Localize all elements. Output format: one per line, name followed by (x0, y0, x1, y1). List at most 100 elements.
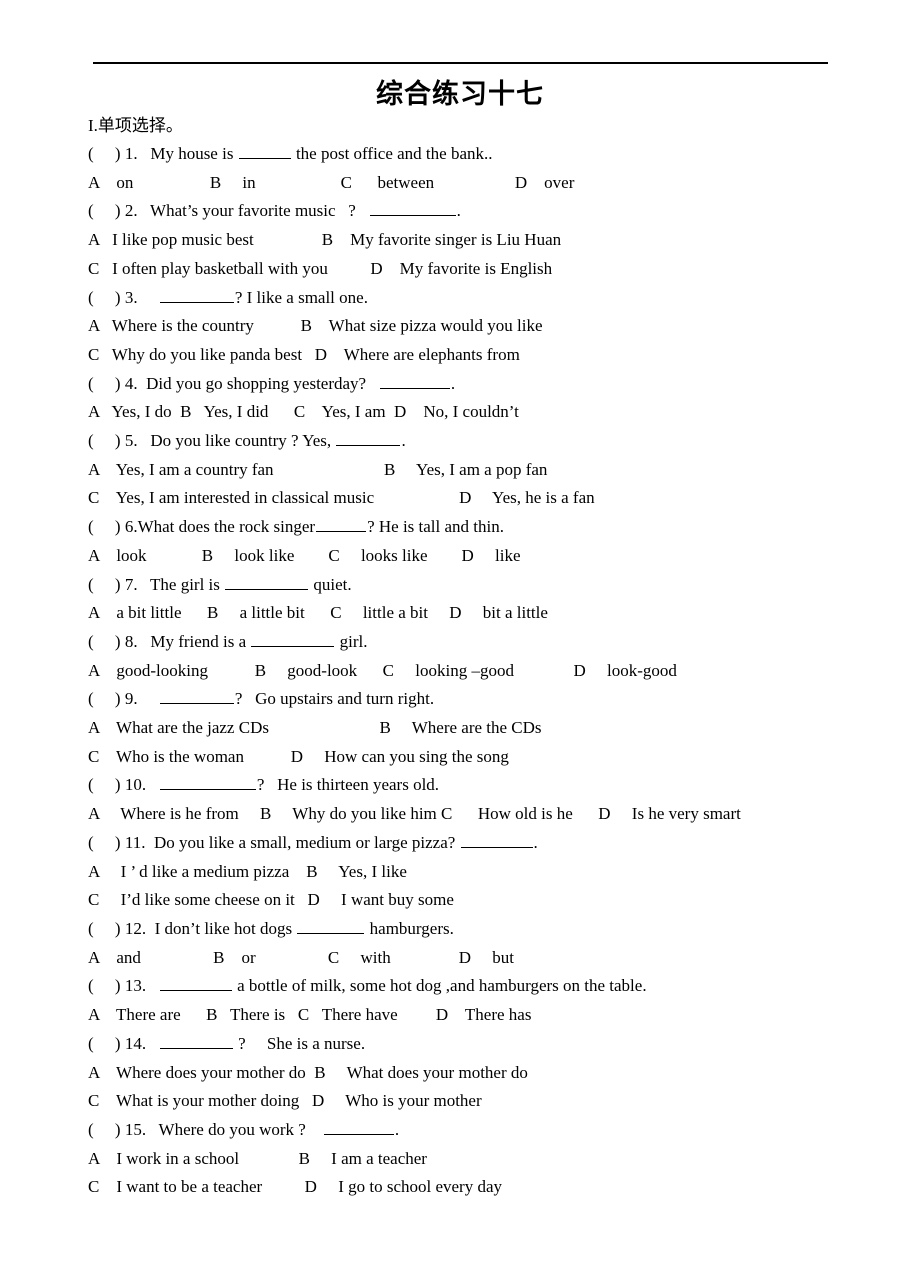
fill-in-blank[interactable] (159, 774, 256, 791)
question-stem: ( ) 5. Do you like country ? Yes, . (88, 427, 888, 456)
fill-in-blank[interactable] (297, 917, 365, 934)
question-stem: ( ) 3. ? I like a small one. (88, 284, 888, 313)
question-stem: ( ) 13. a bottle of milk, some hot dog ,… (88, 972, 888, 1001)
question-text-before-blank: I don’t like hot dogs (146, 918, 297, 938)
option-row[interactable]: A Where is he from B Why do you like him… (88, 800, 888, 829)
question-text-after-blank: . (533, 832, 538, 852)
section-heading: I.单项选择。 (88, 116, 183, 135)
question-stem: ( ) 8. My friend is a girl. (88, 628, 888, 657)
fill-in-blank[interactable] (460, 831, 533, 848)
question-text-after-blank: the post office and the bank.. (291, 144, 493, 163)
question-stem: ( ) 15. Where do you work ? . (88, 1116, 888, 1145)
option-row[interactable]: A look B look like C looks like D like (88, 542, 888, 571)
question-stem: ( ) 14. ? She is a nurse. (88, 1030, 888, 1059)
question-stem: ( ) 2. What’s your favorite music ? . (88, 197, 888, 226)
option-row[interactable]: A a bit little B a little bit C little a… (88, 599, 888, 628)
fill-in-blank[interactable] (159, 286, 234, 303)
answer-bracket[interactable]: ( ) 6. (88, 517, 138, 536)
question-text-before-blank: Do you like a small, medium or large piz… (145, 832, 460, 852)
option-row[interactable]: C I’d like some cheese on it D I want bu… (88, 886, 888, 915)
option-row[interactable]: C I want to be a teacher D I go to schoo… (88, 1173, 888, 1202)
question-text-before-blank (146, 775, 159, 794)
question-text-after-blank: girl. (335, 631, 368, 651)
exercise-body: I.单项选择。 ( ) 1. My house is the post offi… (88, 112, 888, 1202)
answer-bracket[interactable]: ( ) 5. (88, 431, 138, 450)
question-text-after-blank: . (401, 431, 406, 451)
answer-bracket[interactable]: ( ) 11. (88, 833, 145, 852)
question-stem: ( ) 11. Do you like a small, medium or l… (88, 829, 888, 858)
option-row[interactable]: A good-looking B good-look C looking –go… (88, 657, 888, 686)
question-text-before-blank (138, 689, 159, 708)
worksheet-page: 综合练习十七 I.单项选择。 ( ) 1. My house is the po… (0, 0, 920, 1274)
question-text-before-blank: My house is (137, 144, 238, 163)
option-row[interactable]: A and B or C with D but (88, 944, 888, 973)
answer-bracket[interactable]: ( ) 7. (88, 575, 138, 594)
option-row[interactable]: A on B in C between D over (88, 169, 888, 198)
question-text-before-blank: Do you like country ? Yes, (137, 431, 336, 451)
question-text-after-blank: quiet. (309, 574, 352, 594)
answer-bracket[interactable]: ( ) 3. (88, 288, 138, 307)
option-row[interactable]: C What is your mother doing D Who is you… (88, 1087, 888, 1116)
answer-bracket[interactable]: ( ) 10. (88, 775, 146, 794)
fill-in-blank[interactable] (336, 429, 401, 447)
answer-bracket[interactable]: ( ) 12. (88, 919, 146, 938)
question-text-before-blank (146, 976, 159, 995)
question-stem: ( ) 10. ? He is thirteen years old. (88, 771, 888, 800)
option-row[interactable]: A What are the jazz CDs B Where are the … (88, 714, 888, 743)
option-row[interactable]: A Where is the country B What size pizza… (88, 312, 888, 341)
question-stem: ( ) 7. The girl is quiet. (88, 571, 888, 600)
option-row[interactable]: C I often play basketball with you D My … (88, 255, 888, 284)
question-stem: ( ) 6.What does the rock singer ? He is t… (88, 513, 888, 542)
question-text-before-blank: What’s your favorite music ? (137, 201, 369, 221)
option-row[interactable]: A There are B There is C There have D Th… (88, 1001, 888, 1030)
fill-in-blank[interactable] (251, 630, 335, 647)
fill-in-blank[interactable] (316, 516, 367, 533)
question-stem: ( ) 4. Did you go shopping yesterday? . (88, 370, 888, 399)
question-text-after-blank: ? He is thirteen years old. (256, 775, 440, 795)
option-row[interactable]: A I ’ d like a medium pizza B Yes, I lik… (88, 858, 888, 887)
option-row[interactable]: A Yes, I am a country fan B Yes, I am a … (88, 456, 888, 485)
fill-in-blank[interactable] (225, 573, 309, 590)
question-text-after-blank: . (450, 373, 456, 393)
question-list: ( ) 1. My house is the post office and t… (88, 140, 888, 1202)
option-row[interactable]: C Why do you like panda best D Where are… (88, 341, 888, 370)
question-text-after-blank: ? Go upstairs and turn right. (234, 689, 435, 709)
option-row[interactable]: A I like pop music best B My favorite si… (88, 226, 888, 255)
answer-bracket[interactable]: ( ) 9. (88, 689, 138, 708)
question-text-before-blank: My friend is a (137, 631, 251, 651)
option-row[interactable]: A I work in a school B I am a teacher (88, 1145, 888, 1174)
option-row[interactable]: A Where does your mother do B What does … (88, 1059, 888, 1088)
question-text-before-blank: What does the rock singer (137, 517, 316, 537)
option-row[interactable]: A Yes, I do B Yes, I did C Yes, I am D N… (88, 398, 888, 427)
question-text-after-blank: ? I like a small one. (234, 287, 368, 307)
answer-bracket[interactable]: ( ) 13. (88, 976, 146, 995)
question-stem: ( ) 1. My house is the post office and t… (88, 140, 888, 169)
answer-bracket[interactable]: ( ) 2. (88, 201, 138, 220)
answer-bracket[interactable]: ( ) 4. (88, 374, 138, 393)
fill-in-blank[interactable] (159, 975, 232, 992)
fill-in-blank[interactable] (159, 1032, 233, 1049)
question-text-after-blank: hamburgers. (365, 918, 454, 938)
question-text-before-blank: Did you go shopping yesterday? (137, 373, 379, 393)
header-rule (93, 62, 828, 64)
question-text-after-blank: a bottle of milk, some hot dog ,and hamb… (232, 976, 647, 996)
fill-in-blank[interactable] (159, 688, 234, 705)
question-stem: ( ) 12. I don’t like hot dogs hamburgers… (88, 915, 888, 944)
fill-in-blank[interactable] (238, 142, 291, 159)
answer-bracket[interactable]: ( ) 1. (88, 144, 138, 163)
question-text-after-blank: . (456, 201, 461, 221)
answer-bracket[interactable]: ( ) 14. (88, 1034, 146, 1053)
question-text-before-blank (138, 288, 159, 307)
question-text-before-blank: Where do you work ? (146, 1119, 323, 1139)
answer-bracket[interactable]: ( ) 15. (88, 1120, 146, 1139)
question-stem: ( ) 9. ? Go upstairs and turn right. (88, 685, 888, 714)
answer-bracket[interactable]: ( ) 8. (88, 632, 138, 651)
page-title: 综合练习十七 (376, 79, 544, 110)
fill-in-blank[interactable] (369, 200, 456, 217)
fill-in-blank[interactable] (323, 1118, 394, 1135)
question-text-before-blank (146, 1034, 159, 1053)
option-row[interactable]: C Who is the woman D How can you sing th… (88, 743, 888, 772)
fill-in-blank[interactable] (379, 372, 450, 389)
question-text-before-blank: The girl is (137, 574, 225, 594)
option-row[interactable]: C Yes, I am interested in classical musi… (88, 484, 888, 513)
